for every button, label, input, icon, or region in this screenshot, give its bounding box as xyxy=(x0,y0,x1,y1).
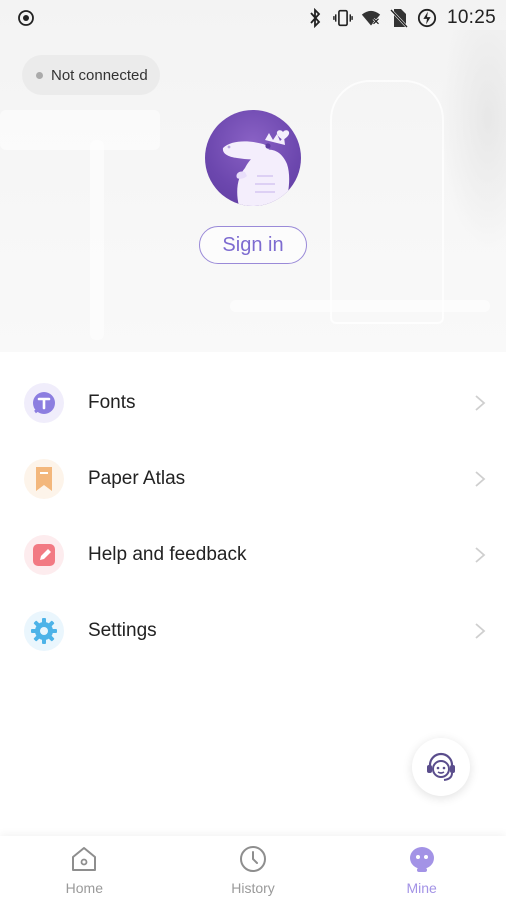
nav-label: Home xyxy=(65,880,104,896)
clock-icon xyxy=(240,846,266,872)
chevron-right-icon xyxy=(475,471,486,487)
avatar[interactable] xyxy=(205,110,301,206)
status-dot xyxy=(36,71,43,79)
vibrate-icon xyxy=(333,7,353,29)
connection-status-label: Not connected xyxy=(51,66,148,84)
wifi-icon xyxy=(361,7,381,29)
menu-item-fonts[interactable]: Fonts xyxy=(0,365,506,441)
customer-service-icon xyxy=(427,752,455,781)
menu-list: Fonts Paper Atlas Help and feedback Sett… xyxy=(0,365,506,669)
status-time: 10:25 xyxy=(446,7,496,28)
home-icon xyxy=(72,847,97,871)
menu-item-label: Settings xyxy=(88,620,157,641)
bookmark-icon xyxy=(24,459,64,499)
chevron-right-icon xyxy=(475,395,486,411)
nav-label: Mine xyxy=(406,880,437,896)
robot-face-icon xyxy=(409,847,434,872)
status-bar: 10:25 xyxy=(0,0,506,36)
menu-item-settings[interactable]: Settings xyxy=(0,593,506,669)
bluetooth-icon xyxy=(305,7,325,29)
battery-charging-icon xyxy=(417,7,437,29)
fonts-icon xyxy=(24,383,64,423)
gear-icon xyxy=(24,611,64,651)
crocodile-avatar-icon xyxy=(222,130,290,206)
connection-status-chip[interactable]: Not connected xyxy=(22,55,160,95)
no-sim-icon xyxy=(389,7,409,29)
nav-item-home[interactable]: Home xyxy=(0,836,169,900)
menu-item-label: Paper Atlas xyxy=(88,468,186,489)
nav-label: History xyxy=(231,880,275,896)
bottom-navigation: Home History Mine xyxy=(0,836,506,900)
menu-item-paper-atlas[interactable]: Paper Atlas xyxy=(0,441,506,517)
nav-item-history[interactable]: History xyxy=(169,836,338,900)
customer-service-button[interactable] xyxy=(412,738,470,796)
record-icon xyxy=(18,10,34,26)
edit-icon xyxy=(24,535,64,575)
sign-in-button[interactable]: Sign in xyxy=(199,226,307,264)
chevron-right-icon xyxy=(475,547,486,563)
menu-item-label: Fonts xyxy=(88,392,136,413)
menu-item-help-feedback[interactable]: Help and feedback xyxy=(0,517,506,593)
chevron-right-icon xyxy=(475,623,486,639)
menu-item-label: Help and feedback xyxy=(88,544,247,565)
nav-item-mine[interactable]: Mine xyxy=(337,836,506,900)
